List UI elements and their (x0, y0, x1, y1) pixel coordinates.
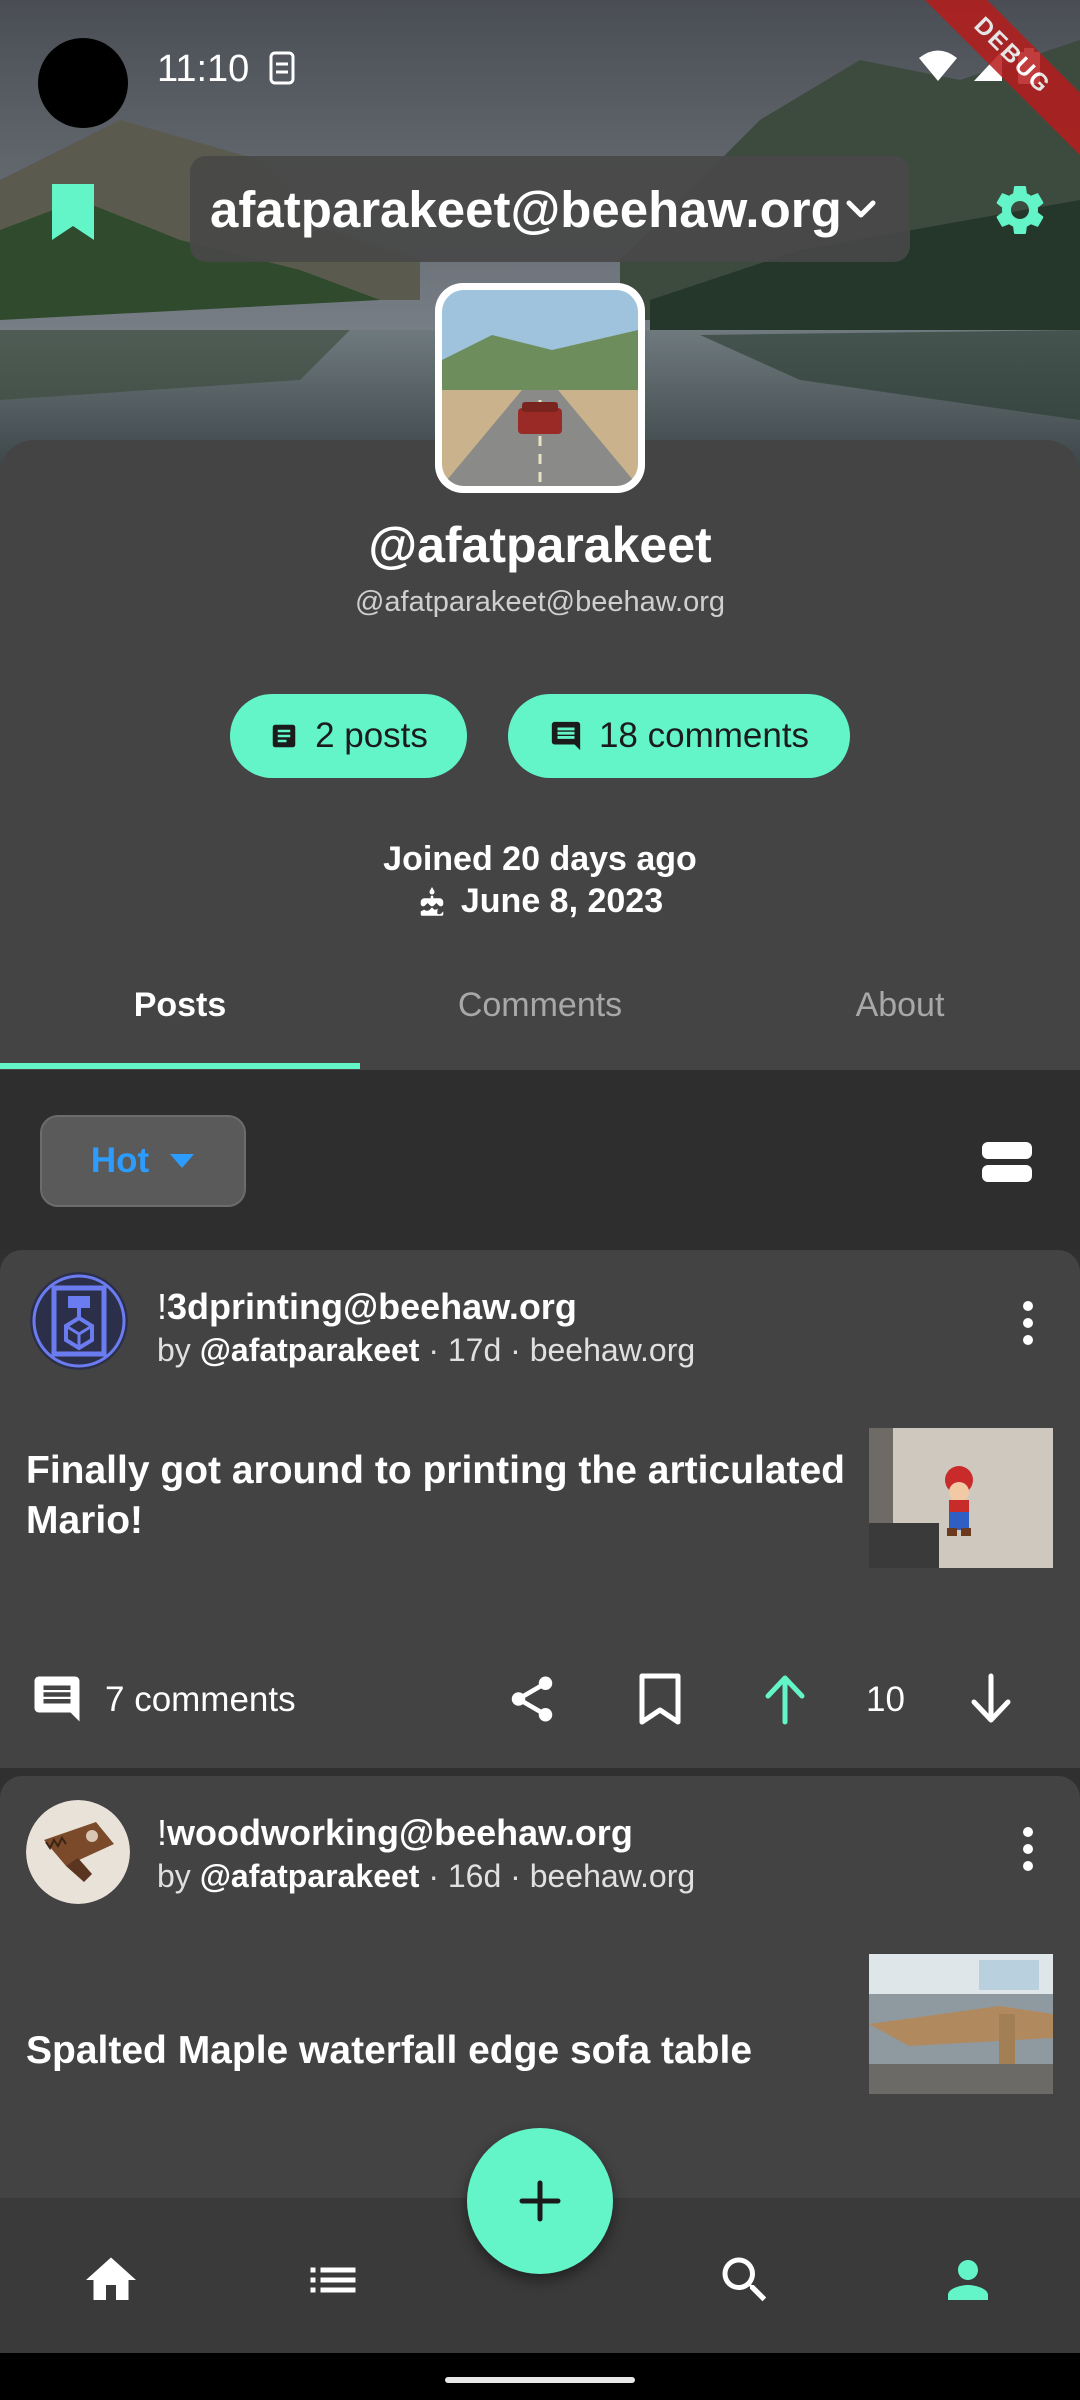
caret-down-icon (170, 1154, 195, 1168)
post-author[interactable]: @afatparakeet (200, 1332, 420, 1368)
plus-icon (519, 2180, 561, 2222)
post-title[interactable]: Finally got around to printing the artic… (26, 1446, 856, 1546)
account-name: afatparakeet@beehaw.org (210, 180, 842, 238)
community-prefix: ! (157, 1286, 168, 1327)
status-time: 11:10 (157, 48, 250, 90)
tab-posts[interactable]: Posts (0, 960, 360, 1070)
post-actions: 7 comments 10 (0, 1650, 1080, 1740)
tab-indicator (0, 1063, 360, 1069)
community-prefix: ! (157, 1812, 168, 1853)
posts-count-label: 2 posts (315, 716, 428, 755)
person-icon[interactable] (938, 2250, 998, 2310)
post-score: 10 (866, 1680, 905, 1719)
view-mode-icon[interactable] (982, 1142, 1032, 1182)
post-thumbnail[interactable] (869, 1954, 1053, 2094)
sim-icon (269, 51, 295, 85)
post-card[interactable]: !3dprinting@beehaw.org by @afatparakeet … (0, 1250, 1080, 1768)
post-author[interactable]: @afatparakeet (200, 1858, 420, 1894)
thumbnail-image (869, 1954, 1053, 2094)
comment-icon (551, 721, 581, 751)
post-thumbnail[interactable] (869, 1428, 1053, 1568)
status-bar: 11:10 DEBUG (0, 0, 1080, 164)
post-title[interactable]: Spalted Maple waterfall edge sofa table (26, 2026, 856, 2076)
community-title: woodworking (167, 1812, 399, 1853)
community-instance: @beehaw.org (399, 1812, 633, 1853)
post-meta: by @afatparakeet · 16d · beehaw.org (157, 1858, 695, 1895)
avatar-image (442, 290, 638, 486)
profile-username: @afatparakeet (368, 517, 712, 573)
sort-label: Hot (90, 1141, 150, 1180)
cake-day: June 8, 2023 (0, 882, 1080, 921)
home-icon[interactable] (81, 2250, 141, 2310)
post-age-instance: · 16d · beehaw.org (419, 1858, 696, 1894)
list-icon[interactable] (303, 2250, 363, 2310)
post-meta: by @afatparakeet · 17d · beehaw.org (157, 1332, 695, 1369)
post-age-instance: · 17d · beehaw.org (419, 1332, 696, 1368)
printer-3d-icon (30, 1272, 128, 1370)
cake-icon (420, 886, 444, 916)
joined-text: Joined 20 days ago (383, 840, 697, 878)
profile-screen: 11:10 DEBUG afatparakeet@beehaw.org @afa… (0, 0, 1080, 2400)
more-vert-icon[interactable] (1020, 1826, 1036, 1872)
thumbnail-image (869, 1428, 1053, 1568)
bookmark-outline-icon[interactable] (636, 1672, 684, 1726)
tab-comments[interactable]: Comments (360, 960, 720, 1070)
comments-count-chip[interactable]: 18 comments (508, 694, 850, 778)
camera-cutout (38, 38, 128, 128)
by-label: by (157, 1858, 200, 1894)
comment-icon[interactable] (30, 1672, 84, 1726)
sort-dropdown[interactable]: Hot (40, 1115, 246, 1207)
community-icon[interactable] (30, 1272, 128, 1370)
wifi-icon (919, 50, 957, 81)
upvote-icon[interactable] (760, 1672, 810, 1726)
gear-icon[interactable] (990, 180, 1050, 240)
profile-tabs: Posts Comments About (0, 960, 1080, 1070)
tab-about[interactable]: About (720, 960, 1080, 1070)
bookmark-icon[interactable] (48, 182, 98, 242)
saw-icon (26, 1800, 130, 1904)
community-title: 3dprinting (167, 1286, 343, 1327)
share-icon[interactable] (505, 1672, 559, 1726)
article-icon (272, 724, 296, 748)
posts-count-chip[interactable]: 2 posts (230, 694, 467, 778)
create-post-fab[interactable] (467, 2128, 613, 2274)
downvote-icon[interactable] (966, 1672, 1016, 1726)
chevron-down-icon (846, 200, 876, 218)
profile-header: @afatparakeet @afatparakeet@beehaw.org 2… (0, 440, 1080, 1070)
search-icon[interactable] (715, 2250, 775, 2310)
community-icon[interactable] (26, 1800, 130, 1904)
account-switcher[interactable]: afatparakeet@beehaw.org (190, 156, 910, 262)
comments-count-label: 18 comments (598, 716, 810, 755)
cake-day-date: June 8, 2023 (460, 882, 664, 920)
comment-count[interactable]: 7 comments (105, 1680, 296, 1720)
profile-avatar[interactable] (435, 283, 645, 493)
sort-bar: Hot (0, 1070, 1080, 1250)
more-vert-icon[interactable] (1020, 1300, 1036, 1346)
by-label: by (157, 1332, 200, 1368)
community-instance: @beehaw.org (343, 1286, 577, 1327)
profile-handle: @afatparakeet@beehaw.org (354, 586, 726, 618)
gesture-handle[interactable] (445, 2377, 635, 2383)
community-name[interactable]: !woodworking@beehaw.org (157, 1812, 633, 1854)
community-name[interactable]: !3dprinting@beehaw.org (157, 1286, 577, 1328)
